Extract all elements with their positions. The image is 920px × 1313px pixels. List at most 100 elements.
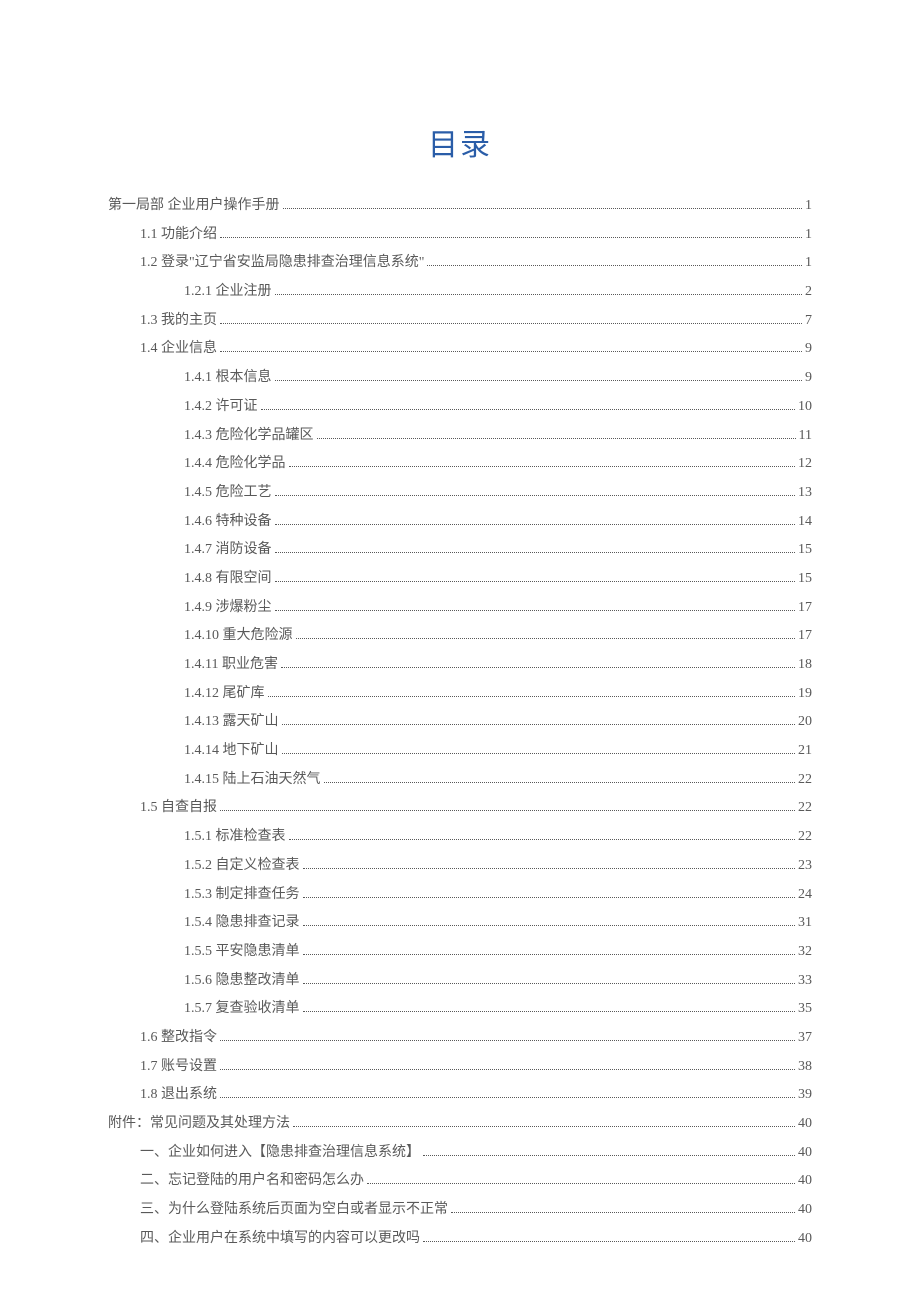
toc-entry-label: 1.4.10 重大危险源 [184, 622, 293, 651]
toc-entry[interactable]: 1.3 我的主页7 [108, 307, 812, 336]
toc-entry[interactable]: 1.5.4 隐患排查记录31 [108, 909, 812, 938]
toc-entry-page: 18 [798, 651, 812, 680]
toc-entry[interactable]: 1.4.9 涉爆粉尘17 [108, 594, 812, 623]
toc-leader [367, 1183, 795, 1184]
toc-entry[interactable]: 1.4.14 地下矿山21 [108, 737, 812, 766]
toc-entry[interactable]: 1.4.11 职业危害 18 [108, 651, 812, 680]
toc-leader [303, 925, 796, 926]
toc-leader [275, 294, 803, 295]
toc-entry[interactable]: 1.4 企业信息9 [108, 335, 812, 364]
toc-entry[interactable]: 1.4.13 露天矿山20 [108, 708, 812, 737]
toc-leader [220, 237, 802, 238]
toc-entry-page: 21 [798, 737, 812, 766]
toc-entry-label: 1.4.9 涉爆粉尘 [184, 594, 272, 623]
toc-entry-page: 13 [798, 479, 812, 508]
toc-entry-page: 22 [798, 794, 812, 823]
toc-entry[interactable]: 一、企业如何进入【隐患排查治理信息系统】40 [108, 1139, 812, 1168]
toc-entry-label: 1.5.4 隐患排查记录 [184, 909, 300, 938]
toc-entry-page: 11 [799, 422, 812, 451]
toc-entry-label: 1.4.12 尾矿库 [184, 680, 265, 709]
document-page: 目录 第一局部 企业用户操作手册11.1 功能介绍11.2 登录"辽宁省安监局隐… [0, 0, 920, 1313]
toc-entry-label: 附件：常见问题及其处理方法 [108, 1110, 290, 1139]
toc-entry[interactable]: 1.4.4 危险化学品12 [108, 450, 812, 479]
toc-entry-page: 22 [798, 766, 812, 795]
toc-entry[interactable]: 四、企业用户在系统中填写的内容可以更改吗 40 [108, 1225, 812, 1254]
toc-leader [293, 1126, 795, 1127]
toc-entry-page: 19 [798, 680, 812, 709]
toc-leader [275, 581, 796, 582]
toc-leader [303, 868, 796, 869]
toc-leader [283, 208, 803, 209]
toc-entry-label: 1.5.1 标准检查表 [184, 823, 286, 852]
toc-entry-page: 38 [798, 1053, 812, 1082]
toc-leader [275, 380, 803, 381]
toc-entry[interactable]: 1.1 功能介绍1 [108, 221, 812, 250]
toc-entry[interactable]: 附件：常见问题及其处理方法40 [108, 1110, 812, 1139]
toc-entry[interactable]: 1.4.3 危险化学品罐区11 [108, 422, 812, 451]
toc-entry-label: 1.5.2 自定义检查表 [184, 852, 300, 881]
toc-entry[interactable]: 二、忘记登陆的用户名和密码怎么办40 [108, 1167, 812, 1196]
toc-entry[interactable]: 1.4.7 消防设备 15 [108, 536, 812, 565]
toc-entry[interactable]: 1.4.2 许可证10 [108, 393, 812, 422]
toc-entry-page: 14 [798, 508, 812, 537]
toc-entry-page: 40 [798, 1167, 812, 1196]
toc-entry[interactable]: 1.4.1 根本信息 9 [108, 364, 812, 393]
toc-entry[interactable]: 三、为什么登陆系统后页面为空白或者显示不正常40 [108, 1196, 812, 1225]
toc-entry-label: 1.6 整改指令 [140, 1024, 217, 1053]
toc-leader [296, 638, 796, 639]
toc-entry-page: 22 [798, 823, 812, 852]
toc-entry-label: 1.2 登录"辽宁省安监局隐患排查治理信息系统" [140, 249, 424, 278]
toc-leader [268, 696, 796, 697]
toc-leader [427, 265, 802, 266]
toc-leader [220, 810, 795, 811]
toc-entry[interactable]: 1.7 账号设置38 [108, 1053, 812, 1082]
toc-leader [303, 954, 796, 955]
toc-entry[interactable]: 1.4.10 重大危险源17 [108, 622, 812, 651]
toc-title: 目录 [108, 120, 812, 164]
toc-entry[interactable]: 1.4.15 陆上石油天然气22 [108, 766, 812, 795]
toc-entry-page: 15 [798, 565, 812, 594]
toc-entry[interactable]: 1.2 登录"辽宁省安监局隐患排查治理信息系统" 1 [108, 249, 812, 278]
toc-entry[interactable]: 1.4.12 尾矿库 19 [108, 680, 812, 709]
toc-leader [303, 1011, 796, 1012]
toc-entry-label: 1.4.11 职业危害 [184, 651, 278, 680]
toc-entry-label: 1.5.7 复查验收清单 [184, 995, 300, 1024]
toc-entry[interactable]: 1.5.3 制定排查任务24 [108, 881, 812, 910]
toc-entry[interactable]: 1.5.2 自定义检查表23 [108, 852, 812, 881]
toc-leader [423, 1155, 795, 1156]
toc-entry-label: 1.4.4 危险化学品 [184, 450, 286, 479]
toc-entry[interactable]: 1.5.5 平安隐患清单32 [108, 938, 812, 967]
toc-entry-page: 40 [798, 1196, 812, 1225]
toc-entry-page: 40 [798, 1225, 812, 1254]
toc-entry-label: 1.5.3 制定排查任务 [184, 881, 300, 910]
toc-entry-page: 2 [805, 278, 812, 307]
toc-entry-label: 1.4.7 消防设备 [184, 536, 272, 565]
toc-entry-page: 1 [805, 249, 812, 278]
toc-entry-page: 9 [805, 335, 812, 364]
toc-entry[interactable]: 1.5.1 标准检查表 22 [108, 823, 812, 852]
toc-leader [220, 1097, 795, 1098]
toc-entry-label: 1.5 自查自报 [140, 794, 217, 823]
toc-entry[interactable]: 1.2.1 企业注册 2 [108, 278, 812, 307]
toc-leader [261, 409, 796, 410]
toc-entry-label: 1.4.2 许可证 [184, 393, 258, 422]
toc-entry[interactable]: 1.8 退出系统39 [108, 1081, 812, 1110]
toc-entry-label: 一、企业如何进入【隐患排查治理信息系统】 [140, 1139, 420, 1168]
toc-leader [303, 983, 796, 984]
toc-entry[interactable]: 1.6 整改指令37 [108, 1024, 812, 1053]
toc-entry-page: 15 [798, 536, 812, 565]
toc-leader [282, 753, 796, 754]
toc-entry[interactable]: 1.5.7 复查验收清单35 [108, 995, 812, 1024]
toc-entry-label: 1.2.1 企业注册 [184, 278, 272, 307]
toc-entry[interactable]: 1.4.5 危险工艺13 [108, 479, 812, 508]
toc-entry-label: 1.4.1 根本信息 [184, 364, 272, 393]
toc-entry[interactable]: 1.4.6 特种设备 14 [108, 508, 812, 537]
toc-entry[interactable]: 1.4.8 有限空间15 [108, 565, 812, 594]
toc-entry-label: 四、企业用户在系统中填写的内容可以更改吗 [140, 1225, 420, 1254]
toc-entry-page: 33 [798, 967, 812, 996]
toc-entry-page: 9 [805, 364, 812, 393]
toc-entry[interactable]: 1.5.6 隐患整改清单33 [108, 967, 812, 996]
toc-entry[interactable]: 1.5 自查自报 22 [108, 794, 812, 823]
toc-entry[interactable]: 第一局部 企业用户操作手册1 [108, 192, 812, 221]
toc-entry-label: 1.4.6 特种设备 [184, 508, 272, 537]
